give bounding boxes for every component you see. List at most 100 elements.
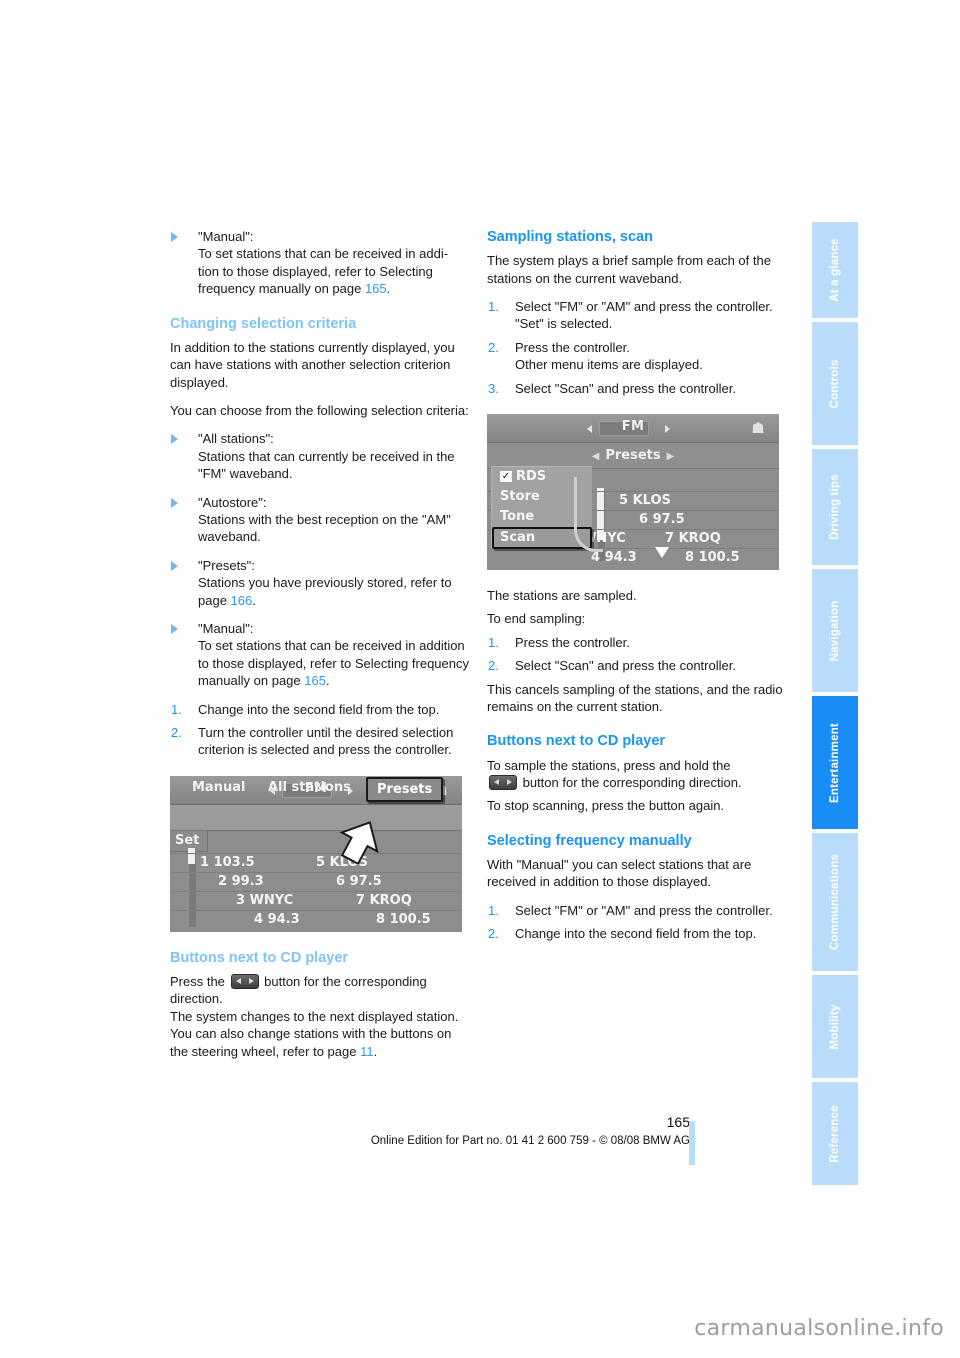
tab-label: Reference bbox=[829, 1104, 841, 1163]
station-name: KROQ bbox=[369, 892, 412, 908]
step-text: Select "Scan" and press the controller. bbox=[515, 658, 736, 674]
station-number: 5 bbox=[619, 492, 629, 508]
tab-communications[interactable]: Communications bbox=[812, 833, 858, 973]
bullet-title: "Manual": bbox=[198, 229, 254, 244]
tab-at-a-glance[interactable]: At a glance bbox=[812, 222, 858, 320]
station-row[interactable]: 2 99.3 6 97.5 bbox=[170, 871, 462, 892]
page-number: 165 bbox=[666, 1114, 690, 1130]
tab-label: Entertainment bbox=[829, 722, 841, 803]
paragraph-cancel-result: This cancels sampling of the stations, a… bbox=[487, 681, 783, 714]
bullet-autostore: "Autostore": Stations with the best rece… bbox=[170, 494, 470, 546]
tab-entertainment[interactable]: Entertainment bbox=[812, 696, 858, 831]
page-reference-11[interactable]: 11 bbox=[360, 1044, 374, 1059]
tab-label: Mobility bbox=[829, 1003, 841, 1050]
triangle-bullet-icon bbox=[171, 434, 178, 445]
criteria-option-all-stations[interactable]: All stations bbox=[268, 780, 351, 795]
page-footer: 165 Online Edition for Part no. 01 41 2 … bbox=[170, 1114, 690, 1147]
station-number: 7 bbox=[356, 892, 366, 908]
station-name: 97.5 bbox=[652, 511, 685, 527]
page-reference-165[interactable]: 165 bbox=[365, 281, 387, 296]
triangle-bullet-icon bbox=[171, 497, 178, 508]
station-number: 8 bbox=[376, 911, 386, 927]
edition-notice: Online Edition for Part no. 01 41 2 600 … bbox=[370, 1135, 690, 1147]
step-end-sampling-2: 2. Select "Scan" and press the controlle… bbox=[487, 657, 787, 674]
station-number: 4 bbox=[254, 911, 264, 927]
station-name: KROQ bbox=[678, 530, 721, 546]
tab-label: Communications bbox=[829, 853, 841, 951]
tab-driving-tips[interactable]: Driving tips bbox=[812, 449, 858, 567]
menu-item-label: Tone bbox=[500, 508, 535, 524]
station-row[interactable]: 1 103.5 5 KLOS bbox=[170, 852, 462, 873]
page-reference-166[interactable]: 166 bbox=[231, 593, 253, 608]
bullet-title: "Manual": bbox=[198, 621, 254, 637]
bullet-body-pre: To set stations that can be received in … bbox=[198, 638, 469, 689]
bullet-presets: "Presets": Stations you have previously … bbox=[170, 557, 470, 609]
heading-buttons-next-to-cd-player-right: Buttons next to CD player bbox=[487, 733, 666, 750]
manual-page: At a glance Controls Driving tips Navigatio… bbox=[0, 0, 960, 1358]
criteria-option-manual[interactable]: Manual bbox=[192, 780, 245, 795]
station-name: 100.5 bbox=[698, 549, 740, 565]
bullet-all-stations: "All stations": Stations that can curren… bbox=[170, 430, 470, 482]
step-number: 2. bbox=[488, 658, 499, 674]
triangle-bullet-icon bbox=[171, 624, 178, 635]
heading-sampling-stations-scan: Sampling stations, scan bbox=[487, 229, 653, 245]
station-number: 2 bbox=[218, 873, 228, 889]
triangle-bullet-icon bbox=[171, 560, 178, 571]
criteria-bar bbox=[170, 804, 462, 831]
heading-changing-selection-criteria: Changing selection criteria bbox=[170, 315, 357, 332]
station-row[interactable]: 4 94.3 8 100.5 bbox=[487, 547, 779, 568]
paragraph-buttons-cd-right: To sample the stations, press and hold t… bbox=[487, 757, 787, 792]
home-icon: ☗ bbox=[751, 418, 765, 437]
step-selecting-freq-1: 1. Select "FM" or "AM" and press the con… bbox=[487, 902, 787, 919]
text-post: . bbox=[373, 1043, 378, 1059]
paragraph-buttons-cd-left: Press the button for the corresponding d… bbox=[170, 973, 470, 1008]
step-number: 2. bbox=[488, 339, 499, 355]
checkbox-checked-icon[interactable]: ✓ bbox=[500, 470, 512, 482]
tab-label: Driving tips bbox=[829, 474, 841, 540]
station-name: KLOS bbox=[632, 492, 671, 508]
bullet-line-3-post: . bbox=[386, 281, 391, 297]
step-criteria-1: 1. Change into the second field from the… bbox=[170, 701, 470, 718]
criteria-option-presets-selected[interactable]: Presets bbox=[366, 776, 444, 802]
page-reference-165[interactable]: 165 bbox=[304, 673, 326, 688]
step-text: Select "FM" or "AM" and press the contro… bbox=[515, 902, 773, 918]
step-subtext: "Set" is selected. bbox=[515, 316, 613, 332]
step-text: Select "FM" or "AM" and press the contro… bbox=[515, 298, 773, 314]
station-row[interactable]: 3 WNYC 7 KROQ bbox=[170, 890, 462, 911]
tab-reference[interactable]: Reference bbox=[812, 1082, 858, 1187]
bullet-body-post: . bbox=[252, 592, 256, 608]
step-text: Press the controller. bbox=[515, 634, 630, 650]
station-number: 6 bbox=[336, 873, 346, 889]
step-number: 2. bbox=[171, 725, 182, 741]
station-number: 1 bbox=[200, 854, 210, 870]
station-name: 94.3 bbox=[267, 911, 300, 927]
right-column: Sampling stations, scan The system plays… bbox=[487, 228, 787, 943]
text-pre: Press the bbox=[170, 974, 229, 989]
step-number: 1. bbox=[488, 298, 499, 314]
heading-selecting-frequency-manually: Selecting frequency manually bbox=[487, 832, 692, 849]
bullet-manual: "Manual": To set stations that can be re… bbox=[170, 620, 470, 690]
step-subtext: Other menu items are displayed. bbox=[515, 357, 703, 373]
station-row[interactable]: 4 94.3 8 100.5 bbox=[170, 909, 462, 930]
step-number: 3. bbox=[488, 380, 499, 396]
tab-label: Controls bbox=[829, 359, 841, 408]
watermark: carmanualsonline.info bbox=[694, 1316, 944, 1341]
step-number: 1. bbox=[488, 634, 499, 650]
station-name: WNYC bbox=[249, 892, 294, 908]
bullet-body: Stations with the best reception on the … bbox=[198, 512, 451, 545]
text-post: button for the corresponding direction. bbox=[519, 774, 742, 790]
tab-mobility[interactable]: Mobility bbox=[812, 975, 858, 1080]
station-list: 1 103.5 5 KLOS 2 99.3 6 97.5 3 WNYC 7 KR… bbox=[170, 852, 462, 932]
step-text: Change into the second field from the to… bbox=[515, 926, 757, 942]
chevron-left-icon: ◀ bbox=[591, 450, 600, 462]
paragraph-buttons-cd-left-3: You can also change stations with the bu… bbox=[170, 1025, 470, 1060]
waveband-label: FM bbox=[621, 418, 645, 434]
tab-navigation[interactable]: Navigation bbox=[812, 569, 858, 694]
tab-controls[interactable]: Controls bbox=[812, 322, 858, 447]
station-name: 94.3 bbox=[604, 549, 637, 565]
bullet-title: "Autostore": bbox=[198, 494, 267, 510]
menu-item-label: Store bbox=[500, 488, 540, 504]
tab-label: At a glance bbox=[829, 238, 841, 302]
step-criteria-2: 2. Turn the controller until the desired… bbox=[170, 724, 470, 759]
station-name: 97.5 bbox=[349, 873, 382, 889]
